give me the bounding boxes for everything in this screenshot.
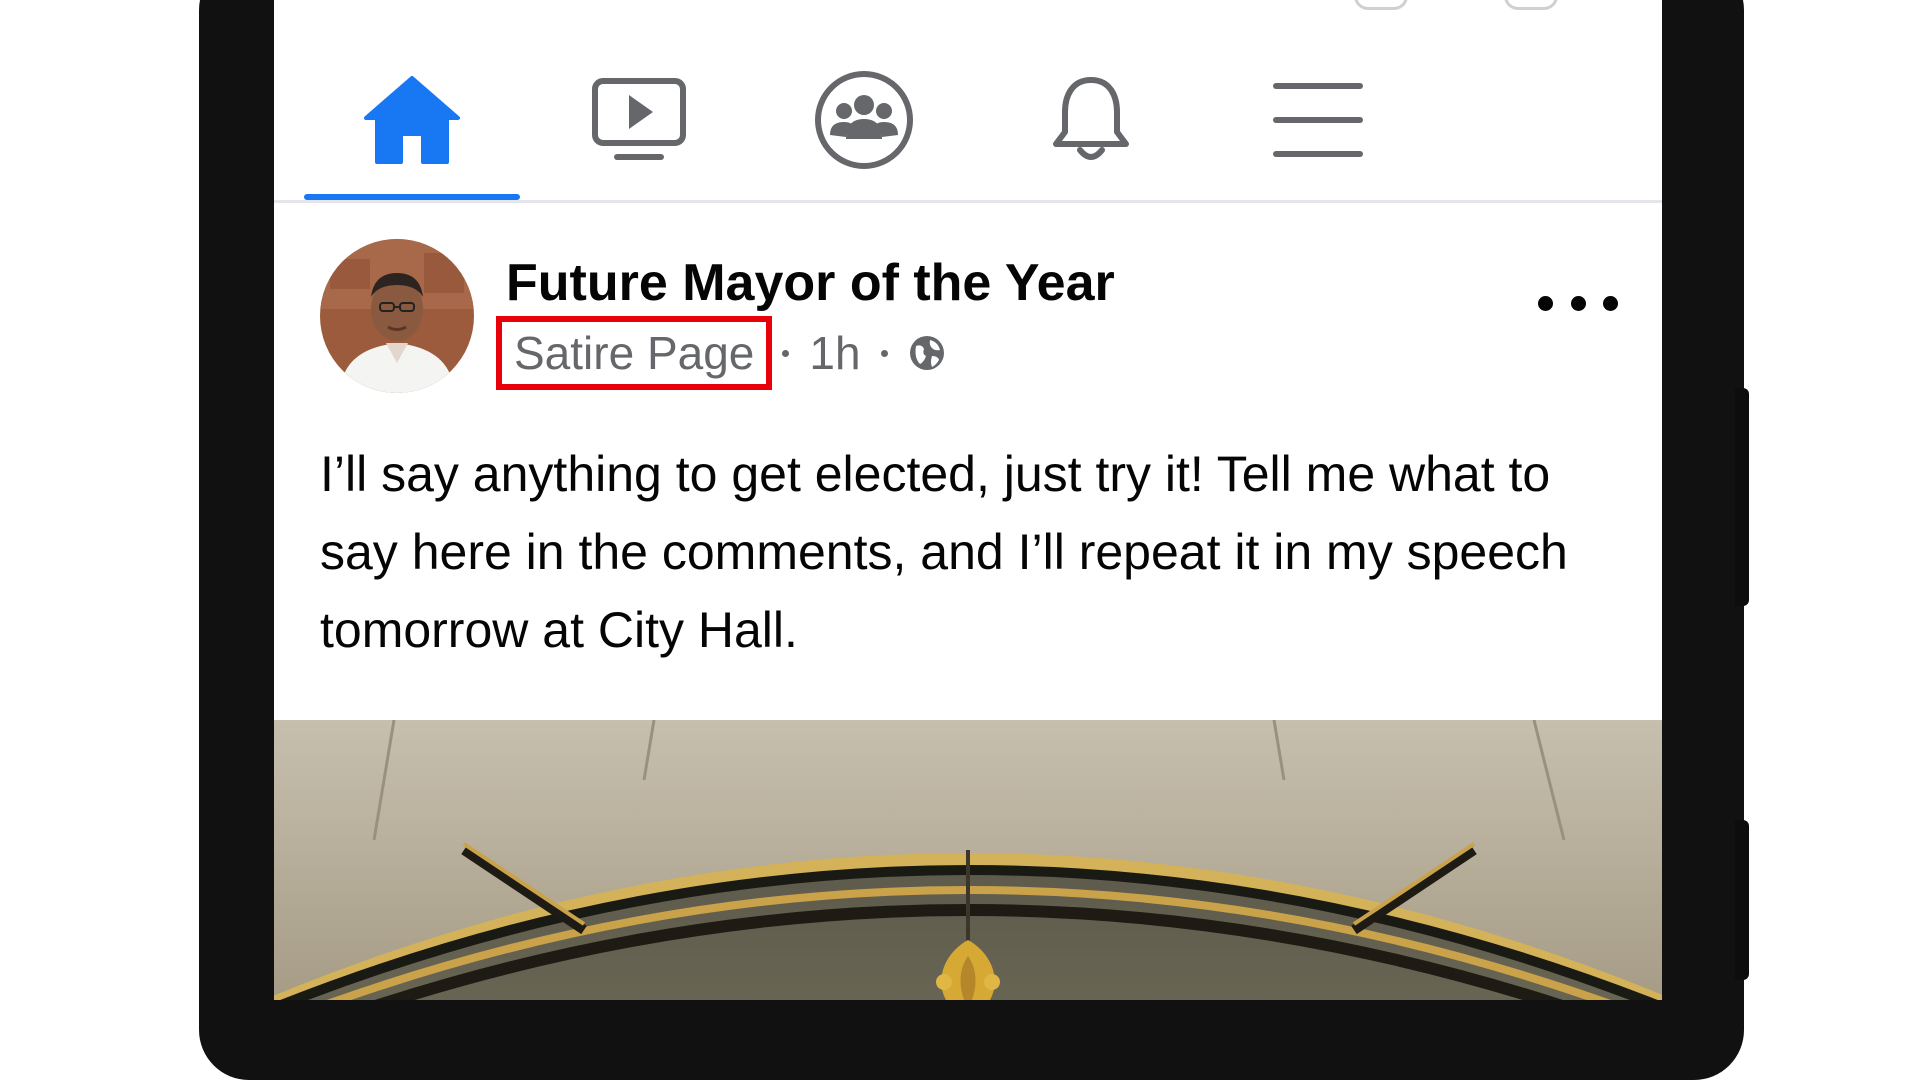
groups-icon	[815, 71, 913, 169]
hamburger-icon	[1273, 83, 1363, 157]
tab-watch[interactable]	[579, 60, 699, 180]
post: Future Mayor of the Year Satire Page 1h …	[274, 203, 1662, 723]
active-tab-indicator	[304, 194, 520, 200]
avatar[interactable]	[320, 239, 474, 393]
separator-dot	[782, 349, 790, 357]
status-indicator	[1504, 0, 1558, 10]
home-icon	[364, 76, 460, 164]
page-type-label[interactable]: Satire Page	[495, 316, 773, 390]
post-author-name[interactable]: Future Mayor of the Year	[506, 253, 1115, 313]
separator-dot	[880, 349, 888, 357]
more-dots-icon	[1538, 295, 1553, 311]
post-meta: Satire Page 1h	[495, 316, 946, 390]
status-indicator	[1354, 0, 1408, 10]
tab-menu[interactable]	[1258, 60, 1378, 180]
tab-groups[interactable]	[804, 60, 924, 180]
video-icon	[592, 78, 686, 160]
phone-screen: Future Mayor of the Year Satire Page 1h …	[274, 0, 1662, 1000]
globe-icon	[909, 336, 944, 370]
post-timestamp[interactable]: 1h	[809, 326, 860, 380]
tab-notifications[interactable]	[1031, 60, 1151, 180]
phone-side-button-lower	[1735, 820, 1749, 980]
post-text: I’ll say anything to get elected, just t…	[320, 446, 1568, 658]
bell-icon	[1053, 77, 1129, 160]
tab-bar	[274, 0, 1662, 203]
tab-home[interactable]	[352, 60, 472, 180]
post-options-button[interactable]	[1538, 283, 1618, 323]
phone-side-button	[1735, 388, 1749, 606]
post-photo[interactable]	[274, 720, 1662, 1000]
